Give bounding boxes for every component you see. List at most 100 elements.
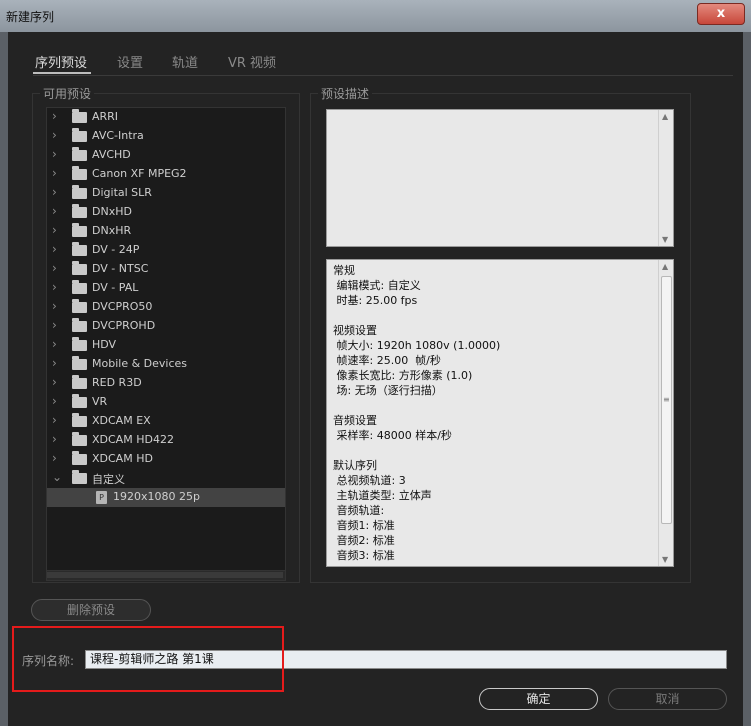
chevron-right-icon[interactable]: › xyxy=(52,413,57,427)
preset-label: Mobile & Devices xyxy=(92,357,188,370)
preset-folder-row[interactable]: › ARRI xyxy=(47,108,285,127)
hscroll-thumb[interactable] xyxy=(47,572,283,578)
scroll-down-icon[interactable]: ▼ xyxy=(662,235,668,244)
preset-folder-row[interactable]: ⌄ 自定义 xyxy=(47,469,285,488)
chevron-right-icon[interactable]: › xyxy=(52,261,57,275)
chevron-right-icon[interactable]: › xyxy=(52,432,57,446)
preset-label: XDCAM EX xyxy=(92,414,151,427)
preset-folder-row[interactable]: › RED R3D xyxy=(47,374,285,393)
active-tab-indicator xyxy=(33,72,91,74)
preset-folder-row[interactable]: › DVCPRO50 xyxy=(47,298,285,317)
scroll-down-icon[interactable]: ▼ xyxy=(662,555,668,564)
chevron-right-icon[interactable]: › xyxy=(52,451,57,465)
folder-icon xyxy=(72,318,87,332)
chevron-right-icon[interactable]: › xyxy=(52,128,57,142)
annotation-highlight-box xyxy=(12,626,284,692)
details-scroll-thumb[interactable]: ≡ xyxy=(661,276,672,524)
available-presets-label: 可用预设 xyxy=(40,85,95,102)
preset-folder-row[interactable]: › XDCAM HD xyxy=(47,450,285,469)
folder-icon xyxy=(72,280,87,294)
chevron-right-icon[interactable]: › xyxy=(52,204,57,218)
details-vscrollbar[interactable]: ▲ ≡ ▼ xyxy=(658,260,673,566)
preset-label: DVCPRO50 xyxy=(92,300,153,313)
preset-folder-row[interactable]: › Canon XF MPEG2 xyxy=(47,165,285,184)
tab-2[interactable]: 轨道 xyxy=(172,52,198,71)
preset-label: DV - NTSC xyxy=(92,262,149,275)
folder-icon xyxy=(72,223,87,237)
chevron-right-icon[interactable]: › xyxy=(52,280,57,294)
preset-label: DV - 24P xyxy=(92,243,140,256)
folder-icon xyxy=(72,375,87,389)
title-bar: 新建序列 x xyxy=(0,0,751,32)
preset-label: DV - PAL xyxy=(92,281,139,294)
preset-folder-row[interactable]: › DNxHR xyxy=(47,222,285,241)
close-button[interactable]: x xyxy=(697,3,745,25)
preset-label: RED R3D xyxy=(92,376,142,389)
preset-folder-row[interactable]: › HDV xyxy=(47,336,285,355)
chevron-right-icon[interactable]: › xyxy=(52,337,57,351)
preset-description-label: 预设描述 xyxy=(318,85,373,102)
preset-folder-row[interactable]: › DV - 24P xyxy=(47,241,285,260)
folder-icon xyxy=(72,394,87,408)
preset-item-row[interactable]: P 1920x1080 25p xyxy=(47,488,285,507)
preset-label: AVCHD xyxy=(92,148,131,161)
preset-folder-row[interactable]: › Digital SLR xyxy=(47,184,285,203)
folder-icon xyxy=(72,242,87,256)
preset-label: Digital SLR xyxy=(92,186,152,199)
chevron-right-icon[interactable]: › xyxy=(52,185,57,199)
ok-button[interactable]: 确定 xyxy=(479,688,598,710)
chevron-right-icon[interactable]: › xyxy=(52,299,57,313)
chevron-right-icon[interactable]: › xyxy=(52,356,57,370)
tab-0[interactable]: 序列预设 xyxy=(35,52,87,71)
dialog-body: 序列预设 设置 轨道 VR 视频 可用预设 › ARRI › AVC-Intra › AVCHD… xyxy=(8,32,743,726)
tab-3[interactable]: VR 视频 xyxy=(228,52,276,71)
preset-file-icon: P xyxy=(96,491,107,504)
preset-folder-row[interactable]: › Mobile & Devices xyxy=(47,355,285,374)
dialog-title: 新建序列 xyxy=(6,10,55,24)
folder-icon xyxy=(72,356,87,370)
dialog-window: 新建序列 x 序列预设 设置 轨道 VR 视频 可用预设 › ARRI › AVC-Intr… xyxy=(0,0,751,726)
folder-icon xyxy=(72,451,87,465)
scroll-up-icon[interactable]: ▲ xyxy=(662,112,668,121)
chevron-right-icon[interactable]: › xyxy=(52,318,57,332)
preset-label: 1920x1080 25p xyxy=(113,490,200,503)
folder-icon xyxy=(72,109,87,123)
cancel-button[interactable]: 取消 xyxy=(608,688,727,710)
chevron-right-icon[interactable]: › xyxy=(52,109,57,123)
chevron-right-icon[interactable]: › xyxy=(52,166,57,180)
folder-icon xyxy=(72,470,87,484)
preset-tree[interactable]: › ARRI › AVC-Intra › AVCHD › Canon XF MPEG2 › Dig… xyxy=(46,107,286,572)
folder-icon xyxy=(72,413,87,427)
preset-label: ARRI xyxy=(92,110,119,123)
tab-1[interactable]: 设置 xyxy=(117,52,143,71)
chevron-right-icon[interactable]: › xyxy=(52,147,57,161)
scroll-up-icon[interactable]: ▲ xyxy=(662,262,668,271)
preset-label: DNxHR xyxy=(92,224,132,237)
preset-folder-row[interactable]: › DNxHD xyxy=(47,203,285,222)
preset-label: DNxHD xyxy=(92,205,132,218)
description-upper-box: ▲ ▼ xyxy=(326,109,674,247)
preset-label: Canon XF MPEG2 xyxy=(92,167,187,180)
preset-folder-row[interactable]: › AVC-Intra xyxy=(47,127,285,146)
preset-folder-row[interactable]: › AVCHD xyxy=(47,146,285,165)
preset-label: HDV xyxy=(92,338,117,351)
chevron-right-icon[interactable]: › xyxy=(52,242,57,256)
preset-folder-row[interactable]: › XDCAM EX xyxy=(47,412,285,431)
upper-vscrollbar[interactable]: ▲ ▼ xyxy=(658,110,673,246)
chevron-right-icon[interactable]: › xyxy=(52,394,57,408)
grip-icon: ≡ xyxy=(663,395,670,404)
delete-preset-button[interactable]: 删除预设 xyxy=(31,599,151,621)
preset-folder-row[interactable]: › DV - PAL xyxy=(47,279,285,298)
preset-folder-row[interactable]: › VR xyxy=(47,393,285,412)
preset-tree-hscrollbar[interactable] xyxy=(46,570,286,581)
preset-folder-row[interactable]: › DVCPROHD xyxy=(47,317,285,336)
chevron-right-icon[interactable]: › xyxy=(52,223,57,237)
folder-icon xyxy=(72,185,87,199)
preset-label: XDCAM HD xyxy=(92,452,153,465)
folder-icon xyxy=(72,204,87,218)
preset-folder-row[interactable]: › DV - NTSC xyxy=(47,260,285,279)
chevron-down-icon[interactable]: ⌄ xyxy=(52,470,62,484)
tab-separator xyxy=(33,75,733,76)
chevron-right-icon[interactable]: › xyxy=(52,375,57,389)
preset-folder-row[interactable]: › XDCAM HD422 xyxy=(47,431,285,450)
